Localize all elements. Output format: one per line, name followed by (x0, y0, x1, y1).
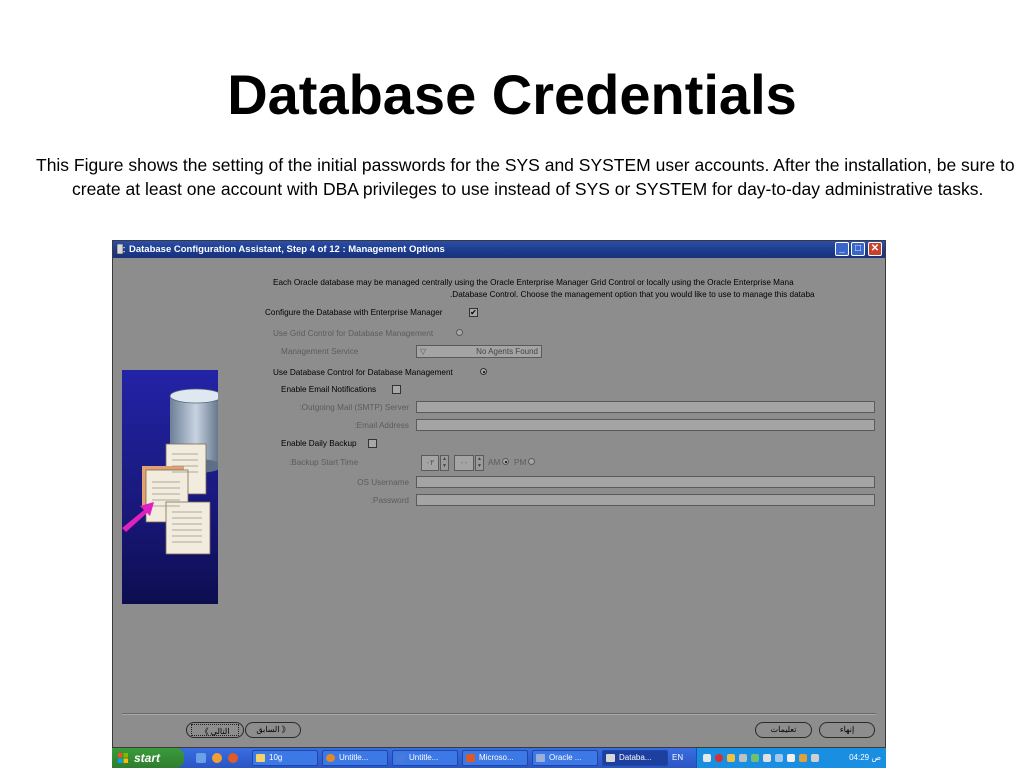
email-address-label: :Email Address (354, 421, 409, 430)
clock[interactable]: 04:29 ص (849, 748, 881, 768)
tray-network-icon[interactable] (703, 754, 711, 762)
close-button[interactable]: ✕ (868, 242, 882, 256)
chevron-down-icon: ▽ (420, 347, 427, 356)
pm-label: PM (514, 458, 527, 467)
backup-hour-spinner[interactable]: ▲ ▼ (440, 455, 449, 471)
taskbar-item-label: Untitle... (339, 753, 369, 762)
tray-app-icon[interactable] (727, 754, 735, 762)
taskbar-item-oracle[interactable]: Oracle ... (532, 750, 598, 766)
back-button-label: السابق (256, 725, 280, 734)
tray-display-icon[interactable] (763, 754, 771, 762)
language-indicator[interactable]: EN (672, 748, 688, 768)
email-notifications-checkbox[interactable] (392, 385, 401, 394)
powerpoint-icon (466, 754, 475, 762)
email-notifications-label: Enable Email Notifications (281, 385, 377, 394)
taskbar-item-label: 10g (269, 753, 283, 762)
management-service-select[interactable]: ▽ No Agents Found (416, 345, 542, 358)
configure-em-checkbox[interactable]: ✔ (469, 308, 478, 317)
tray-monitor-icon[interactable] (775, 754, 783, 762)
dbca-window: Database Configuration Assistant, Step 4… (112, 240, 886, 748)
db-control-radio[interactable] (480, 368, 487, 375)
word-icon (396, 754, 405, 762)
database-app-icon (606, 754, 615, 762)
taskbar-item-microsoft[interactable]: Microso... (462, 750, 528, 766)
next-button-label: التالي (210, 727, 230, 736)
intro-text-line2: .Database Control. Choose the management… (450, 290, 815, 299)
windows-logo-icon (118, 753, 128, 763)
media-player-icon[interactable] (228, 753, 238, 763)
tray-phone-icon[interactable] (811, 754, 819, 762)
taskbar-item-untitled-1[interactable]: Untitle... (322, 750, 388, 766)
grid-control-radio[interactable] (456, 329, 463, 336)
show-desktop-icon[interactable] (196, 753, 206, 763)
daily-backup-checkbox[interactable] (368, 439, 377, 448)
taskbar-item-label: Untitle... (409, 753, 439, 762)
intro-text-line1: Each Oracle database may be managed cent… (273, 278, 794, 287)
back-button[interactable]: السابق 》 (245, 722, 301, 738)
password-label: :Password (370, 496, 409, 505)
window-title: Database Configuration Assistant, Step 4… (129, 244, 445, 255)
taskbar: start 10g Untitle... Untitle... Microso.… (112, 748, 886, 768)
system-tray: 04:29 ص (696, 748, 886, 768)
taskbar-item-untitled-2[interactable]: Untitle... (392, 750, 458, 766)
management-service-value: No Agents Found (476, 347, 538, 356)
password-input[interactable] (416, 494, 875, 506)
backup-minute-spinner[interactable]: ▲ ▼ (475, 455, 484, 471)
email-address-input[interactable] (416, 419, 875, 431)
window-titlebar[interactable]: Database Configuration Assistant, Step 4… (113, 241, 885, 258)
footer-separator (122, 713, 876, 715)
wizard-illustration (122, 370, 223, 604)
taskbar-item-label: Microso... (479, 753, 514, 762)
database-documents-image (122, 388, 223, 555)
minimize-button[interactable]: _ (835, 242, 849, 256)
paint-icon (326, 754, 335, 762)
next-button-focus: 《 التالي (191, 724, 239, 736)
pm-radio[interactable] (528, 458, 535, 465)
am-radio[interactable] (502, 458, 509, 465)
configure-em-label: Configure the Database with Enterprise M… (265, 308, 443, 317)
finish-button[interactable]: إنهاء (819, 722, 875, 738)
app-icon (116, 244, 125, 255)
am-label: AM (488, 458, 501, 467)
folder-icon (256, 754, 265, 762)
taskbar-item-label: Databa... (619, 753, 652, 762)
tray-update-icon[interactable] (751, 754, 759, 762)
maximize-button[interactable]: □ (851, 242, 865, 256)
tray-tool-icon[interactable] (799, 754, 807, 762)
grid-control-label: Use Grid Control for Database Management (273, 329, 434, 338)
os-username-input[interactable] (416, 476, 875, 488)
taskbar-item-label: Oracle ... (549, 753, 582, 762)
backup-minute-field[interactable]: ٠٠ (454, 455, 474, 471)
slide-title: Database Credentials (227, 63, 797, 126)
oracle-icon (536, 754, 545, 762)
help-button[interactable]: تعليمات (755, 722, 812, 738)
back-arrow-icon: 》 (281, 725, 290, 734)
os-username-label: OS Username (357, 478, 409, 487)
daily-backup-label: Enable Daily Backup (281, 439, 357, 448)
tray-volume-icon[interactable] (787, 754, 795, 762)
tray-signal-icon[interactable] (739, 754, 747, 762)
outgoing-mail-label: :Outgoing Mail (SMTP) Server (299, 403, 409, 412)
tray-security-icon[interactable] (715, 754, 723, 762)
taskbar-item-10g[interactable]: 10g (252, 750, 318, 766)
start-button[interactable]: start (112, 748, 184, 768)
management-service-label: Management Service (281, 347, 359, 356)
backup-hour-field[interactable]: ٠٢ (421, 455, 439, 471)
backup-time-label: :Backup Start Time (289, 458, 359, 467)
browser-icon[interactable] (212, 753, 222, 763)
start-label: start (134, 751, 161, 765)
next-arrow-icon: 《 (200, 727, 209, 736)
next-button[interactable]: 《 التالي (186, 722, 244, 738)
db-control-label: Use Database Control for Database Manage… (273, 368, 453, 377)
slide-description: This Figure shows the setting of the ini… (36, 155, 1015, 199)
taskbar-item-database[interactable]: Databa... (602, 750, 668, 766)
outgoing-mail-input[interactable] (416, 401, 875, 413)
